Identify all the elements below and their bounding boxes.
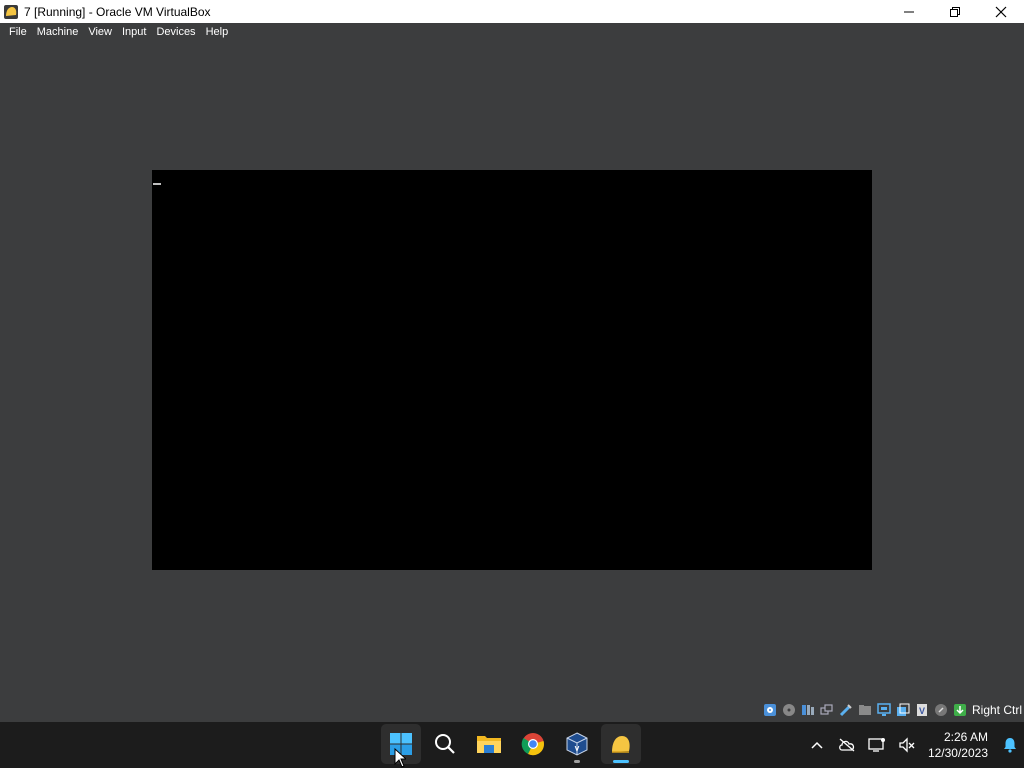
- chrome-button[interactable]: [513, 724, 553, 764]
- virtualbox-manager-button[interactable]: V: [557, 724, 597, 764]
- optical-drive-icon[interactable]: [781, 702, 797, 718]
- window-title: 7 [Running] - Oracle VM VirtualBox: [24, 4, 211, 19]
- cloud-off-icon: [839, 738, 855, 752]
- status-bar: V Right Ctrl: [0, 698, 1024, 722]
- clock[interactable]: 2:26 AM 12/30/2023: [922, 729, 996, 761]
- close-button[interactable]: [978, 0, 1024, 23]
- bell-icon: [1004, 738, 1016, 753]
- svg-text:V: V: [575, 746, 580, 753]
- menu-file[interactable]: File: [4, 23, 32, 42]
- menu-machine[interactable]: Machine: [32, 23, 84, 42]
- display-icon[interactable]: [876, 702, 892, 718]
- running-indicator: [574, 760, 580, 763]
- text-cursor: [153, 183, 161, 185]
- menu-bar: File Machine View Input Devices Help: [0, 23, 1024, 42]
- volume-button[interactable]: [892, 722, 922, 768]
- svg-text:V: V: [919, 706, 925, 716]
- search-icon: [435, 734, 455, 754]
- host-key-label: Right Ctrl: [971, 703, 1022, 717]
- clock-time: 2:26 AM: [943, 730, 988, 744]
- close-icon: [995, 6, 1007, 17]
- virtualbox-vm-icon: [3, 4, 19, 20]
- clock-date: 12/30/2023: [927, 746, 988, 760]
- search-button[interactable]: [425, 724, 465, 764]
- title-bar[interactable]: 7 [Running] - Oracle VM VirtualBox: [0, 0, 1024, 23]
- audio-icon[interactable]: [800, 702, 816, 718]
- keyboard-capture-icon[interactable]: [952, 702, 968, 718]
- vm-display[interactable]: [152, 170, 872, 570]
- minimize-button[interactable]: [886, 0, 932, 23]
- shared-folders-icon[interactable]: [857, 702, 873, 718]
- network-status-button[interactable]: [862, 722, 892, 768]
- recording-icon[interactable]: [895, 702, 911, 718]
- onedrive-button[interactable]: [832, 722, 862, 768]
- notifications-button[interactable]: [996, 722, 1024, 768]
- restore-icon: [950, 6, 960, 17]
- folder-icon: [477, 736, 501, 753]
- vt-x-icon[interactable]: V: [914, 702, 930, 718]
- volume-muted-icon: [899, 737, 915, 753]
- vm-window-icon: [612, 736, 630, 753]
- virtualbox-icon: V: [566, 732, 588, 756]
- active-indicator: [613, 760, 629, 763]
- network-monitor-icon: [868, 738, 885, 752]
- mouse-integration-icon[interactable]: [933, 702, 949, 718]
- show-hidden-icons-button[interactable]: [802, 722, 832, 768]
- menu-view[interactable]: View: [83, 23, 117, 42]
- mouse-pointer-icon: [394, 747, 408, 768]
- file-explorer-button[interactable]: [469, 724, 509, 764]
- menu-devices[interactable]: Devices: [151, 23, 200, 42]
- menu-input[interactable]: Input: [117, 23, 151, 42]
- taskbar: V 2:26 AM 12/30/2023: [0, 722, 1024, 768]
- virtualbox-vm-button[interactable]: [601, 724, 641, 764]
- network-icon[interactable]: [819, 702, 835, 718]
- chrome-icon: [521, 733, 544, 756]
- chevron-up-icon: [811, 741, 823, 749]
- hard-disk-icon[interactable]: [762, 702, 778, 718]
- menu-help[interactable]: Help: [201, 23, 234, 42]
- usb-icon[interactable]: [838, 702, 854, 718]
- minimize-icon: [904, 11, 914, 12]
- restore-button[interactable]: [932, 0, 978, 23]
